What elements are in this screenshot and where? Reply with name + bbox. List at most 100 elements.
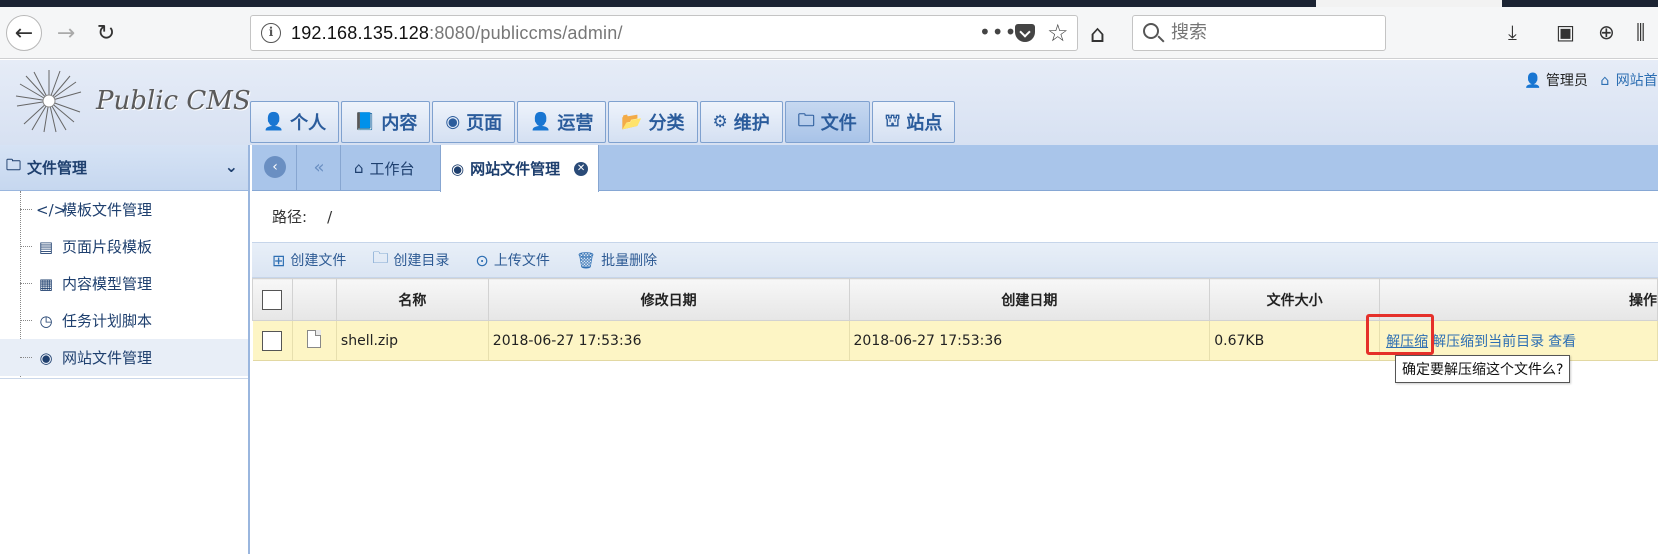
view-link[interactable]: 查看 [1548, 334, 1576, 350]
file-toolbar: ⊞ 创建文件 🗀 创建目录 ⊙ 上传文件 🗑 批量删除 [252, 242, 1658, 278]
book-icon: 📘 [354, 112, 376, 132]
globe-icon: ◉ [39, 348, 53, 367]
path-label: 路径: [272, 208, 308, 226]
highlight-box [1366, 314, 1434, 355]
close-icon[interactable]: ✕ [574, 161, 589, 176]
clock-icon: ◷ [39, 311, 53, 330]
library-icon[interactable]: ⫼ [1636, 20, 1645, 44]
nav-personal[interactable]: 👤 个人 [250, 101, 340, 143]
browser-tab-strip [0, 0, 1658, 7]
user-icon: 👤 [1524, 73, 1542, 89]
sidebar-item-page-fragments[interactable]: ▤ 页面片段模板 [0, 228, 248, 265]
pocket-icon[interactable] [1015, 24, 1035, 42]
grid-icon: ▦ [38, 274, 54, 293]
extension-globe-icon[interactable]: ⊕ [1598, 20, 1615, 44]
folder-icon: 🗀 [6, 156, 22, 174]
info-icon[interactable]: i [261, 23, 281, 43]
table-header-row: 名称 修改日期 创建日期 文件大小 操作 [252, 278, 1658, 321]
home-icon: ⌂ [354, 159, 364, 177]
icon-column-header [291, 278, 337, 321]
size-column-header[interactable]: 文件大小 [1209, 278, 1381, 321]
sitemap-icon: ⛫ [884, 111, 901, 131]
address-bar[interactable]: i 192.168.135.128:8080/publiccms/admin/ … [250, 15, 1078, 51]
tab-divider [296, 145, 297, 191]
row-checkbox[interactable] [262, 330, 283, 351]
modified-column-header[interactable]: 修改日期 [487, 278, 850, 321]
sidebar-header[interactable]: 🗀 文件管理 ⌄ [0, 145, 248, 191]
path-value[interactable]: / [327, 208, 332, 226]
user-bar: 👤 管理员 ⌂ 网站首页 [1524, 70, 1658, 90]
row-select-cell [252, 320, 293, 361]
logo-text: Public CMS [96, 86, 251, 116]
batch-delete-button[interactable]: 🗑 批量删除 [576, 250, 657, 270]
file-table: 名称 修改日期 创建日期 文件大小 操作 shell.zip 2018-06-2… [252, 278, 1658, 361]
nav-maintenance[interactable]: ⚙ 维护 [699, 101, 783, 143]
top-nav: 👤 个人 📘 内容 ◉ 页面 👤 运营 📂 分类 ⚙ 维护 🗀 文件 ⛫ 站点 [250, 101, 956, 143]
home-icon: ⌂ [1600, 73, 1610, 89]
sidebar-list: </> 模板文件管理 ▤ 页面片段模板 ▦ 内容模型管理 ◷ 任务计划脚本 ◉ 网站文件管… [0, 191, 248, 379]
double-left-icon[interactable]: « [308, 156, 330, 178]
active-browser-tab[interactable] [1316, 0, 1502, 7]
nav-content[interactable]: 📘 内容 [341, 101, 431, 143]
trash-icon: 🗑 [575, 250, 597, 270]
created-column-header[interactable]: 创建日期 [848, 278, 1211, 321]
create-dir-button[interactable]: 🗀 创建目录 [372, 247, 449, 274]
path-row: 路径: / [272, 206, 332, 227]
sidebar-item-task-scripts[interactable]: ◷ 任务计划脚本 [0, 302, 248, 339]
url-text[interactable]: 192.168.135.128:8080/publiccms/admin/ [291, 23, 623, 44]
reader-icon[interactable]: ▣ [1556, 20, 1575, 44]
nav-category[interactable]: 📂 分类 [608, 101, 698, 143]
site-link[interactable]: 网站首页 [1616, 73, 1658, 89]
gears-icon: ⚙ [712, 112, 728, 132]
nav-site[interactable]: ⛫ 站点 [871, 101, 956, 143]
home-icon[interactable]: ⌂ [1090, 20, 1105, 48]
create-file-button[interactable]: ⊞ 创建文件 [272, 250, 346, 270]
folder-icon: 🗀 [797, 110, 815, 131]
file-name[interactable]: shell.zip [336, 320, 489, 361]
folder-icon: 🗀 [372, 247, 389, 267]
chevron-down-icon[interactable]: ⌄ [225, 157, 238, 176]
tab-website-files[interactable]: ◉ 网站文件管理 ✕ [440, 145, 600, 192]
globe-icon: ◉ [445, 112, 461, 132]
cms-header: Public CMS 👤 管理员 ⌂ 网站首页 👤个人 📘内容 ◉页面 👤运营 … [0, 60, 1658, 145]
name-column-header[interactable]: 名称 [335, 278, 489, 321]
tabs-bar: ‹ « ⌂ 工作台 ◉ 网站文件管理 ✕ [252, 145, 1658, 192]
select-all-checkbox[interactable] [262, 289, 283, 310]
plus-square-icon: ⊞ [272, 250, 286, 270]
browser-search-input[interactable] [1171, 22, 1371, 43]
file-size: 0.67KB [1209, 320, 1381, 361]
page-actions-icon[interactable]: ••• [979, 20, 1017, 44]
code-icon: </> [36, 200, 67, 219]
upload-file-button[interactable]: ⊙ 上传文件 [475, 250, 549, 270]
tab-dashboard[interactable]: ⌂ 工作台 [344, 145, 425, 191]
back-icon[interactable]: ← [6, 15, 42, 51]
browser-toolbar: ← → ↻ i 192.168.135.128:8080/publiccms/a… [0, 7, 1658, 59]
nav-file[interactable]: 🗀 文件 [784, 101, 870, 143]
list-icon: ▤ [38, 237, 54, 256]
unzip-here-link[interactable]: 解压缩到当前目录 [1432, 334, 1544, 350]
select-all-cell [252, 278, 293, 321]
created-date: 2018-06-27 17:53:36 [849, 320, 1211, 361]
scroll-left-icon[interactable]: ‹ [264, 156, 286, 178]
file-type-cell [292, 320, 337, 361]
folder-open-icon: 📂 [621, 112, 643, 132]
search-icon [1143, 23, 1159, 39]
upload-icon: ⊙ [475, 250, 489, 270]
modified-date: 2018-06-27 17:53:36 [488, 320, 850, 361]
user-icon: 👤 [263, 112, 285, 132]
admin-link[interactable]: 管理员 [1546, 73, 1588, 89]
logo-icon[interactable] [14, 68, 84, 134]
reload-icon[interactable]: ↻ [88, 15, 124, 51]
nav-operation[interactable]: 👤 运营 [517, 101, 607, 143]
browser-search-box[interactable] [1132, 15, 1386, 51]
forward-icon[interactable]: → [48, 15, 84, 51]
tab-divider [340, 145, 341, 191]
bookmark-star-icon[interactable]: ☆ [1047, 19, 1069, 47]
sidebar-item-content-models[interactable]: ▦ 内容模型管理 [0, 265, 248, 302]
sidebar-item-template-files[interactable]: </> 模板文件管理 [0, 191, 248, 228]
user-icon: 👤 [530, 112, 552, 132]
sidebar-item-website-files[interactable]: ◉ 网站文件管理 [0, 339, 248, 376]
file-icon [307, 329, 322, 348]
download-icon[interactable]: ⤓ [1508, 20, 1517, 44]
nav-page[interactable]: ◉ 页面 [432, 101, 516, 143]
